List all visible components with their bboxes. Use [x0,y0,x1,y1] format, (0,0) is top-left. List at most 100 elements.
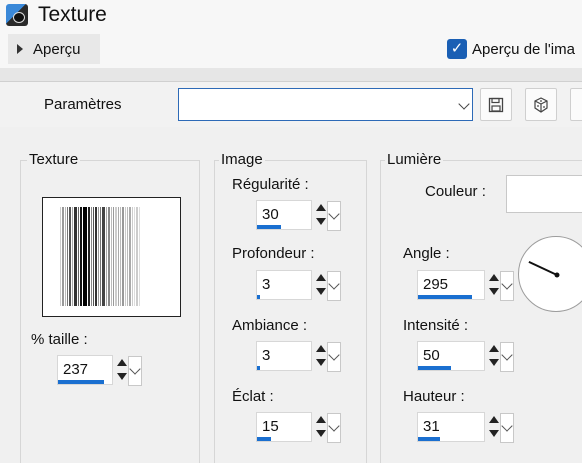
shine-value: 15 [262,418,279,435]
regularity-arrows[interactable] [314,201,328,231]
shine-dropdown[interactable] [327,413,341,443]
extra-button[interactable] [570,88,582,121]
arrow-down-icon[interactable] [316,359,326,366]
ambiance-label: Ambiance : [232,317,308,334]
separator [0,68,582,81]
arrow-down-icon[interactable] [489,430,499,437]
arrow-up-icon[interactable] [117,359,127,366]
size-spin[interactable]: 237 [57,355,143,391]
intensity-field[interactable]: 50 [417,341,485,371]
texture-stripe [113,207,114,306]
dice-icon [534,96,548,113]
texture-stripe [129,207,131,306]
texture-stripe [106,207,107,306]
depth-dropdown[interactable] [327,271,341,301]
depth-spin[interactable]: 3 [256,270,342,306]
regularity-dropdown[interactable] [327,201,341,231]
arrow-up-icon[interactable] [316,345,326,352]
arrow-down-icon[interactable] [316,288,326,295]
arrow-up-icon[interactable] [316,204,326,211]
ambiance-dropdown[interactable] [327,342,341,372]
height-spin[interactable]: 31 [417,412,514,448]
texture-stripe [78,207,79,306]
height-field[interactable]: 31 [417,412,485,442]
texture-stripe [88,207,90,306]
angle-field[interactable]: 295 [417,270,485,300]
angle-dropdown[interactable] [500,271,514,301]
texture-stripe [60,207,61,306]
size-field[interactable]: 237 [57,355,113,385]
intensity-arrows[interactable] [487,342,501,372]
preview-bar: Aperçu ✓ Aperçu de l'ima [0,32,582,68]
shine-spin[interactable]: 15 [256,412,342,448]
texture-stripe [95,207,97,306]
arrow-down-icon[interactable] [489,359,499,366]
regularity-field[interactable]: 30 [256,200,312,230]
texture-stripe [122,207,124,306]
ambiance-field[interactable]: 3 [256,341,312,371]
height-dropdown[interactable] [500,413,514,443]
size-value: 237 [63,361,89,378]
shine-field[interactable]: 15 [256,412,312,442]
save-icon [488,97,504,112]
preview-label: Aperçu [33,40,81,58]
angle-value: 295 [423,276,449,293]
texture-app-icon [6,4,28,26]
preview-toggle-button[interactable]: Aperçu [8,34,100,64]
texture-stripe [108,207,110,306]
angle-needle [528,260,560,278]
arrow-up-icon[interactable] [489,274,499,281]
texture-stripe [118,207,119,306]
intensity-spin[interactable]: 50 [417,341,514,377]
color-swatch[interactable] [506,175,582,213]
arrow-down-icon[interactable] [489,288,499,295]
preview-checkbox-label: Aperçu de l'ima [472,41,575,58]
arrow-down-icon[interactable] [117,373,127,380]
chevron-down-icon [328,349,340,361]
texture-stripe [62,207,64,306]
preview-checkbox[interactable]: ✓ [447,39,467,59]
arrow-down-icon[interactable] [316,430,326,437]
angle-spin[interactable]: 295 [417,270,514,306]
arrow-up-icon[interactable] [316,416,326,423]
ambiance-arrows[interactable] [314,342,328,372]
texture-stripe [102,207,105,306]
angle-label: Angle : [403,245,450,262]
angle-arrows[interactable] [487,271,501,301]
intensity-dropdown[interactable] [500,342,514,372]
ambiance-value: 3 [262,347,271,364]
texture-preview[interactable] [42,197,181,317]
regularity-spin[interactable]: 30 [256,200,342,236]
texture-stripe [67,207,68,306]
size-arrows[interactable] [115,356,129,386]
depth-arrows[interactable] [314,271,328,301]
arrow-up-icon[interactable] [489,416,499,423]
size-dropdown[interactable] [128,356,142,386]
parameters-combo[interactable] [178,88,473,121]
chevron-down-icon [501,278,513,290]
depth-value: 3 [262,276,271,293]
texture-group-title: Texture [27,151,81,168]
chevron-down-icon [129,363,141,375]
chevron-down-icon [328,208,340,220]
regularity-label: Régularité : [232,176,309,193]
texture-stripe [72,207,73,306]
ambiance-bar [257,366,260,370]
height-arrows[interactable] [487,413,501,443]
height-label: Hauteur : [403,388,465,405]
shine-arrows[interactable] [314,413,328,443]
arrow-up-icon[interactable] [489,345,499,352]
regularity-value: 30 [262,206,279,223]
depth-field[interactable]: 3 [256,270,312,300]
texture-stripe [125,207,126,306]
texture-stripe [127,207,128,306]
arrow-up-icon[interactable] [316,274,326,281]
height-value: 31 [423,418,440,435]
texture-stripe [65,207,66,306]
save-preset-button[interactable] [480,88,512,121]
texture-stripe [83,207,87,306]
ambiance-spin[interactable]: 3 [256,341,342,377]
angle-dial[interactable] [518,236,582,312]
arrow-down-icon[interactable] [316,218,326,225]
random-button[interactable] [525,88,557,121]
